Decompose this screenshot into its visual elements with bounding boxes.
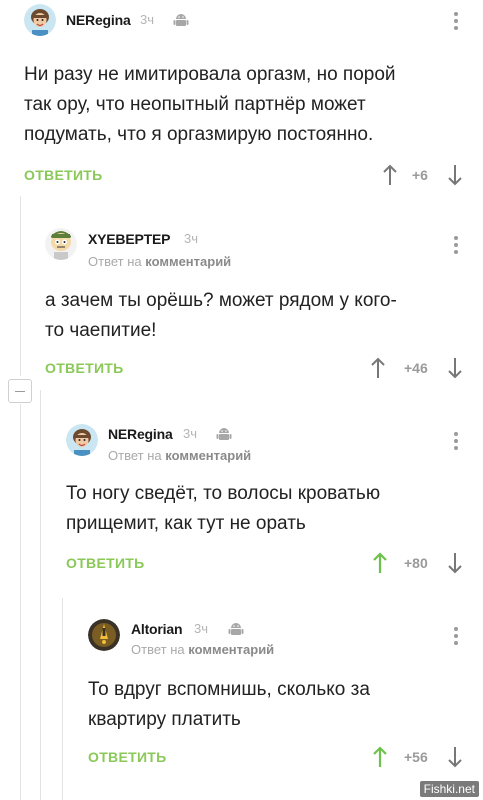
upvote-arrow-icon[interactable] <box>372 746 388 768</box>
timestamp: 3ч <box>183 426 198 441</box>
more-options-icon[interactable] <box>453 432 459 452</box>
reply-button[interactable]: ОТВЕТИТЬ <box>45 360 124 376</box>
reply-to-link[interactable]: комментарий <box>165 448 251 463</box>
avatar[interactable] <box>88 619 120 651</box>
upvote-arrow-icon[interactable] <box>370 357 386 379</box>
upvote-arrow-icon[interactable] <box>382 164 398 186</box>
rating-value: +56 <box>404 749 428 765</box>
more-options-icon[interactable] <box>453 12 459 32</box>
downvote-arrow-icon[interactable] <box>447 552 463 574</box>
reply-to-line: Ответ на комментарий <box>108 448 252 463</box>
android-icon <box>228 621 244 637</box>
reply-button[interactable]: ОТВЕТИТЬ <box>88 749 167 765</box>
downvote-arrow-icon[interactable] <box>447 164 463 186</box>
more-options-icon[interactable] <box>453 627 459 647</box>
more-options-icon[interactable] <box>453 236 459 256</box>
comment-text: Ни разу не имитировала оргазм, но порой … <box>24 64 396 145</box>
rating-value: +6 <box>412 167 428 183</box>
reply-to-link[interactable]: комментарий <box>188 642 274 657</box>
rating-value: +80 <box>404 555 428 571</box>
avatar[interactable] <box>45 228 77 260</box>
reply-button[interactable]: ОТВЕТИТЬ <box>24 167 103 183</box>
downvote-arrow-icon[interactable] <box>447 746 463 768</box>
android-icon <box>216 426 232 442</box>
comment: Altorian 3ч Ответ на комментарий То вдру… <box>0 595 483 800</box>
downvote-arrow-icon[interactable] <box>447 357 463 379</box>
reply-to-link[interactable]: комментарий <box>145 254 231 269</box>
username[interactable]: XYEBEPTEP <box>88 231 170 247</box>
comment: XYEBEPTEP 3ч Ответ на комментарий а заче… <box>0 200 483 390</box>
comment-text: То ногу сведёт, то волосы кроватью прище… <box>66 483 381 534</box>
timestamp: 3ч <box>194 621 209 636</box>
username[interactable]: NERegina <box>108 426 173 442</box>
comment-text: а зачем ты орёшь? может рядом у кого- то… <box>45 290 397 341</box>
comment-text: То вдруг вспомнишь, сколько за квартиру … <box>88 679 370 730</box>
upvote-arrow-icon[interactable] <box>372 552 388 574</box>
timestamp: 3ч <box>184 231 199 246</box>
avatar[interactable] <box>66 424 98 456</box>
username[interactable]: NERegina <box>66 12 131 28</box>
watermark: Fishki.net <box>419 781 479 797</box>
android-icon <box>173 12 189 28</box>
reply-to-line: Ответ на комментарий <box>88 254 232 269</box>
comment: NERegina 3ч Ответ на комментарий То ногу… <box>0 400 483 595</box>
comment: NERegina 3ч Ни разу не имитировала оргаз… <box>0 0 483 200</box>
reply-to-line: Ответ на комментарий <box>131 642 275 657</box>
rating-value: +46 <box>404 360 428 376</box>
timestamp: 3ч <box>140 12 155 27</box>
username[interactable]: Altorian <box>131 621 182 637</box>
avatar[interactable] <box>24 4 56 36</box>
reply-button[interactable]: ОТВЕТИТЬ <box>66 555 145 571</box>
